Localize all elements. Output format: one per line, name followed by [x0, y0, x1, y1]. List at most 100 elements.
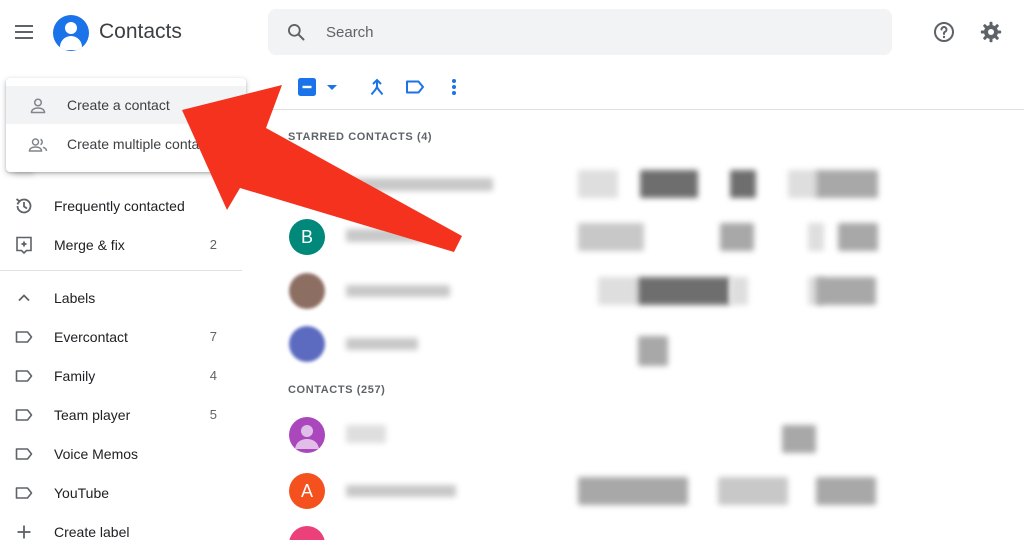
avatar: B — [289, 219, 325, 255]
contact-detail-blurred — [578, 477, 688, 505]
label-name: YouTube — [54, 485, 110, 501]
help-icon[interactable] — [932, 20, 956, 44]
settings-icon[interactable] — [979, 20, 1003, 44]
label-name: Team player — [54, 407, 131, 423]
contact-name-blurred — [346, 229, 424, 242]
label-icon[interactable] — [404, 76, 426, 98]
contact-name-blurred — [346, 485, 456, 497]
menu-icon-bar — [15, 37, 33, 39]
contact-row[interactable] — [268, 520, 1008, 540]
history-icon — [15, 198, 32, 214]
person-icon — [30, 98, 46, 114]
contact-detail-blurred — [816, 477, 876, 505]
avatar — [289, 417, 325, 453]
avatar — [289, 326, 325, 362]
select-checkbox-icon[interactable] — [296, 76, 318, 98]
contact-detail-blurred — [640, 170, 698, 198]
contact-name-blurred — [346, 425, 386, 443]
logo-head — [65, 22, 77, 34]
contact-row[interactable] — [268, 267, 1008, 315]
create-label-text: Create label — [54, 524, 130, 540]
contact-detail-blurred — [718, 477, 788, 505]
contact-row[interactable]: A — [268, 467, 1008, 515]
label-icon — [15, 331, 33, 343]
default-avatar-icon — [295, 425, 319, 449]
avatar — [289, 273, 325, 309]
contact-detail-blurred — [808, 223, 824, 251]
search-bar[interactable] — [268, 9, 892, 55]
dropdown-arrow-icon[interactable] — [321, 76, 343, 98]
sidebar-item-merge-fix[interactable]: Merge & fix 2 — [0, 227, 242, 263]
label-icon — [15, 487, 33, 499]
contact-detail-blurred — [578, 223, 644, 251]
app-title: Contacts — [99, 20, 182, 43]
contact-detail-blurred — [638, 277, 730, 305]
create-multiple-contacts-label: Create multiple contacts — [67, 136, 218, 152]
label-name: Family — [54, 368, 96, 384]
label-count: 5 — [209, 407, 217, 422]
create-contact-label: Create a contact — [67, 97, 170, 113]
menu-icon-bar — [15, 31, 33, 33]
label-icon — [15, 448, 33, 460]
contact-detail-blurred — [638, 336, 668, 366]
contact-detail-blurred — [730, 170, 756, 198]
app-header: Contacts — [0, 0, 1024, 64]
contact-detail-blurred — [578, 170, 618, 198]
label-name: Evercontact — [54, 329, 128, 345]
sidebar-item-label: Merge & fix — [54, 237, 125, 253]
sidebar-label-team-player[interactable]: Team player 5 — [0, 397, 242, 433]
search-input[interactable] — [324, 21, 824, 43]
labels-section-toggle[interactable]: Labels — [0, 280, 242, 316]
contact-row[interactable] — [268, 411, 1008, 459]
sidebar-label-voice-memos[interactable]: Voice Memos — [0, 436, 242, 472]
label-count: 7 — [209, 329, 217, 344]
contact-row[interactable] — [268, 320, 1008, 368]
plus-icon — [17, 525, 31, 539]
contact-row[interactable]: B — [268, 213, 1008, 261]
sidebar-divider — [0, 270, 242, 271]
contacts-logo-icon[interactable] — [53, 15, 89, 51]
labels-header: Labels — [54, 290, 96, 306]
people-icon — [28, 138, 48, 152]
menu-icon — [15, 25, 33, 27]
contact-detail-blurred — [720, 223, 754, 251]
starred-contacts-header: STARRED CONTACTS (4) — [288, 131, 433, 143]
avatar — [289, 526, 325, 540]
search-icon[interactable] — [286, 22, 306, 42]
contact-detail-blurred — [838, 223, 878, 251]
contact-detail-blurred — [598, 277, 638, 305]
label-count: 4 — [209, 368, 217, 383]
contact-name-blurred — [346, 285, 450, 297]
contact-detail-blurred — [788, 170, 818, 198]
sidebar-item-frequently-contacted[interactable]: Frequently contacted — [0, 188, 242, 224]
merge-fix-icon — [16, 236, 32, 255]
contact-detail-blurred — [730, 277, 748, 305]
create-contact-menu: Create a contact Create multiple contact… — [6, 78, 246, 172]
create-multiple-contacts-item[interactable]: Create multiple contacts — [6, 125, 246, 163]
contact-detail-blurred — [782, 425, 816, 453]
merge-icon[interactable] — [366, 76, 388, 98]
avatar: A — [289, 473, 325, 509]
main-menu-button[interactable] — [11, 18, 39, 46]
contact-row[interactable] — [268, 160, 1008, 208]
sidebar-item-count: 2 — [209, 237, 217, 252]
contact-name-blurred — [348, 178, 493, 191]
label-icon — [15, 370, 33, 382]
sidebar-label-youtube[interactable]: YouTube — [0, 475, 242, 511]
label-icon — [15, 409, 33, 421]
sidebar-label-family[interactable]: Family 4 — [0, 358, 242, 394]
list-toolbar — [258, 64, 1024, 110]
chevron-up-icon — [18, 294, 30, 302]
contact-avatar-blurred — [284, 174, 326, 198]
contact-detail-blurred — [816, 170, 878, 198]
contacts-header: CONTACTS (257) — [288, 384, 386, 396]
more-vert-icon[interactable] — [443, 76, 465, 98]
contact-name-blurred — [346, 338, 418, 350]
create-label-button[interactable]: Create label — [0, 514, 242, 550]
sidebar-item-label: Frequently contacted — [54, 198, 185, 214]
contact-detail-blurred — [816, 277, 876, 305]
label-name: Voice Memos — [54, 446, 139, 462]
logo-body — [60, 36, 82, 50]
create-contact-item[interactable]: Create a contact — [6, 86, 246, 124]
sidebar-label-evercontact[interactable]: Evercontact 7 — [0, 319, 242, 355]
